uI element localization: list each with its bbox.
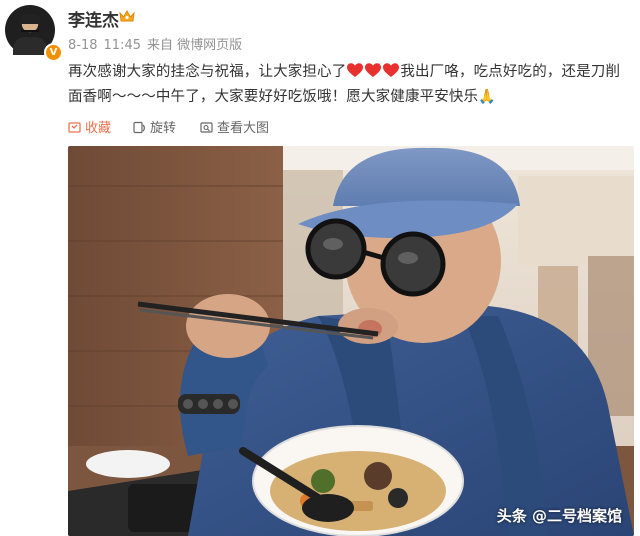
post-meta: 8-18 11:45 来自 微博网页版 [68,34,248,53]
username[interactable]: 李连杰 [68,6,119,31]
avatar-shirt [13,37,47,55]
heart-icon [347,63,364,77]
post-text-part1: 再次感谢大家的挂念与祝福，让大家担心了 [68,64,347,80]
user-avatar[interactable]: V [5,5,63,62]
rotate-button[interactable]: 旋转 [133,120,176,138]
favorite-button[interactable]: 收藏 [68,120,111,138]
view-large-label: 查看大图 [217,121,270,136]
avatar-cap [19,14,41,24]
heart-icon [383,63,400,77]
rotate-label: 旋转 [150,121,177,136]
heart-icon [365,63,382,77]
post-content: 再次感谢大家的挂念与祝福，让大家担心了 我出厂咯，吃点好吃的，还是刀削面香啊～～～… [68,60,634,110]
weibo-post: V 李连杰 8-18 11:45 来自 微博网页版 再次感谢大家的挂念与祝福，让大家… [0,0,640,536]
post-photo[interactable]: 头条 @二号档案馆 [68,146,634,536]
crown-icon [119,10,135,22]
favorite-label: 收藏 [85,121,112,136]
watermark-text: 头条 @二号档案馆 [496,507,622,525]
view-large-icon [200,122,213,133]
favorite-icon [68,122,81,133]
post-date[interactable]: 8-18 [68,38,98,53]
view-large-button[interactable]: 查看大图 [200,120,269,138]
post-photo-image [68,146,634,536]
pray-emoji-icon: 🙏 [478,89,496,105]
rotate-icon [133,121,145,134]
verified-icon: V [44,43,63,62]
post-time[interactable]: 11:45 [104,38,141,53]
post-source: 来自 微博网页版 [146,38,243,53]
avatar-glasses [21,24,39,32]
